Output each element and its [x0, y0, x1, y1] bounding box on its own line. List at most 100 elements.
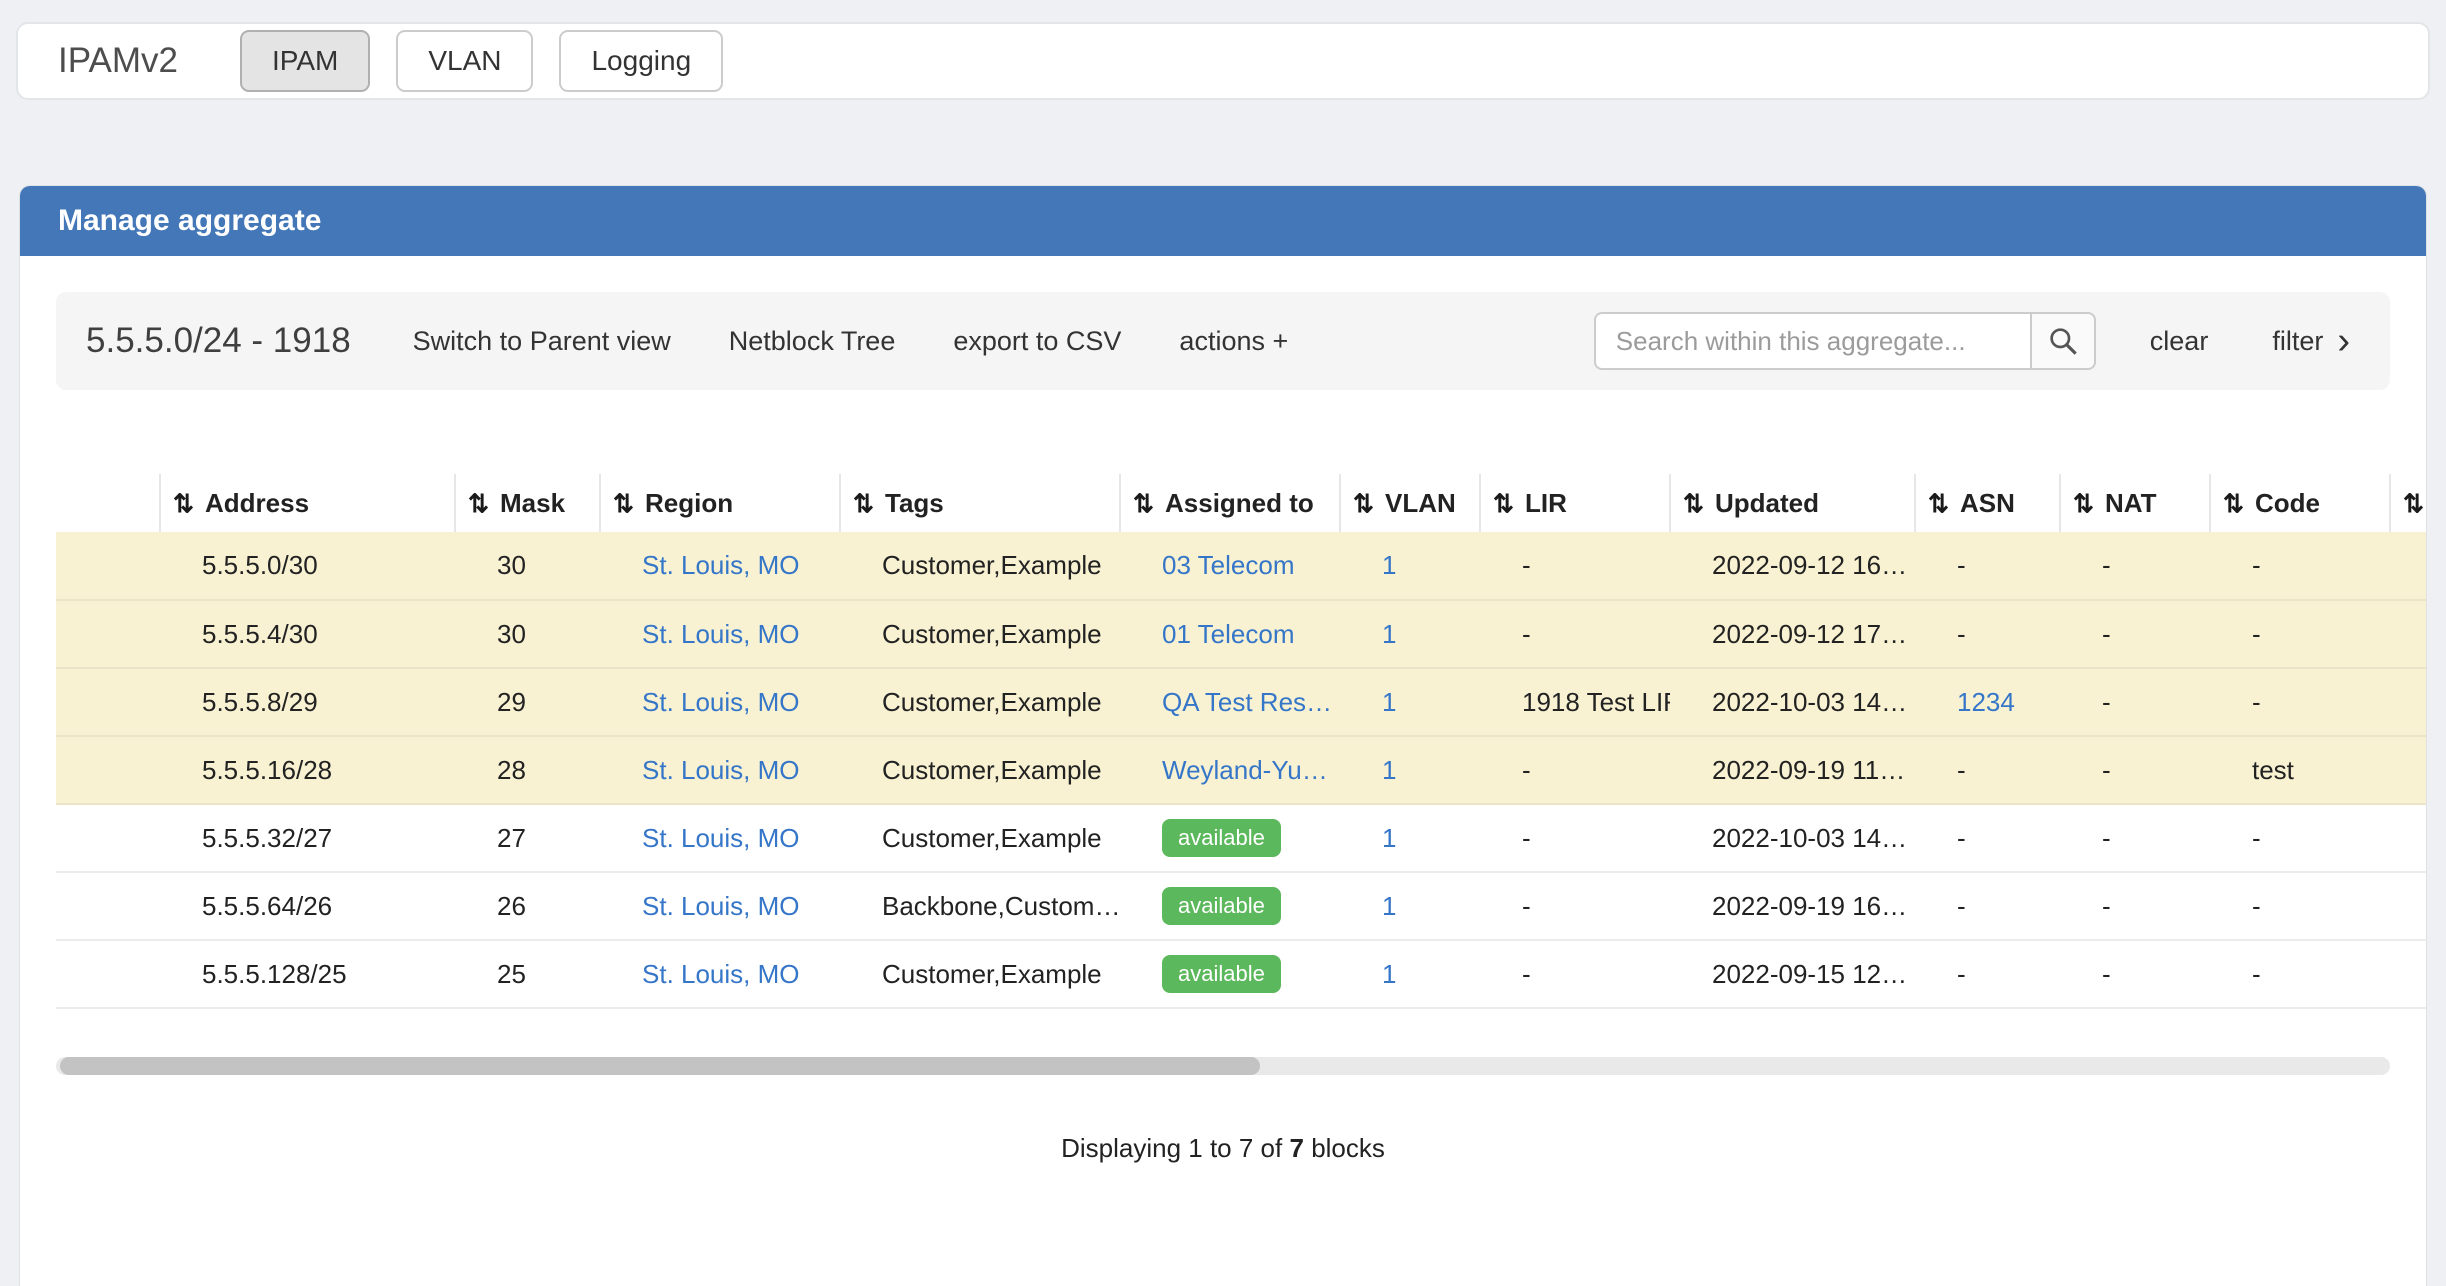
cell-vlan: 1 [1340, 804, 1480, 872]
vlan-link[interactable]: 1 [1382, 959, 1396, 989]
vlan-link[interactable]: 1 [1382, 550, 1396, 580]
cell-region: St. Louis, MO [600, 804, 840, 872]
cell-lir: - [1480, 600, 1670, 668]
region-link[interactable]: St. Louis, MO [642, 550, 800, 580]
region-link[interactable]: St. Louis, MO [642, 891, 800, 921]
cell-nat: - [2060, 804, 2210, 872]
table-row[interactable]: 5.5.5.16/2828St. Louis, MOCustomer,Examp… [56, 736, 2426, 804]
column-header-asn[interactable]: ⇅ASN [1915, 474, 2060, 532]
table-row[interactable]: 5.5.5.8/2929St. Louis, MOCustomer,Exampl… [56, 668, 2426, 736]
search-input[interactable] [1594, 312, 2032, 370]
cell-vlan: 1 [1340, 940, 1480, 1008]
vlan-link[interactable]: 1 [1382, 687, 1396, 717]
column-header-mask[interactable]: ⇅Mask [455, 474, 600, 532]
filter-link[interactable]: filter › [2272, 322, 2350, 360]
tab-logging[interactable]: Logging [559, 30, 723, 92]
cell-lir: - [1480, 532, 1670, 600]
cell-asn: 1234 [1915, 668, 2060, 736]
column-label: Assigned to [1165, 488, 1314, 518]
available-badge[interactable]: available [1162, 955, 1281, 993]
table-row[interactable]: 5.5.5.32/2727St. Louis, MOCustomer,Examp… [56, 804, 2426, 872]
cell-updated: 2022-09-15 12… [1670, 940, 1915, 1008]
column-header-address[interactable]: ⇅Address [160, 474, 455, 532]
assigned-to-link[interactable]: 03 Telecom [1162, 550, 1295, 580]
table-row[interactable]: 5.5.5.0/3030St. Louis, MOCustomer,Exampl… [56, 532, 2426, 600]
column-label: Region [645, 488, 733, 518]
cell-address: 5.5.5.8/29 [160, 668, 455, 736]
vlan-link[interactable]: 1 [1382, 619, 1396, 649]
assigned-to-link[interactable]: Weyland-Yu… [1162, 755, 1328, 785]
cell-region: St. Louis, MO [600, 600, 840, 668]
table-row[interactable]: 5.5.5.64/2626St. Louis, MOBackbone,Custo… [56, 872, 2426, 940]
cell-updated: 2022-09-12 16… [1670, 532, 1915, 600]
export-csv-link[interactable]: export to CSV [953, 326, 1121, 357]
cell-lir: - [1480, 940, 1670, 1008]
manage-aggregate-panel: Manage aggregate 5.5.5.0/24 - 1918 Switc… [20, 186, 2426, 1286]
region-link[interactable]: St. Louis, MO [642, 619, 800, 649]
cell-tags: Customer,Example [840, 736, 1120, 804]
column-header-code[interactable]: ⇅Code [2210, 474, 2390, 532]
asn-link[interactable]: 1234 [1957, 687, 2015, 717]
cell-partial [2390, 600, 2426, 668]
aggregate-label: 5.5.5.0/24 - 1918 [86, 321, 351, 361]
column-label: VLAN [1385, 488, 1456, 518]
sort-icon: ⇅ [1133, 489, 1165, 519]
cell-select [56, 872, 160, 940]
column-header-tags[interactable]: ⇅Tags [840, 474, 1120, 532]
sort-icon: ⇅ [2073, 489, 2105, 519]
region-link[interactable]: St. Louis, MO [642, 823, 800, 853]
horizontal-scrollbar-thumb[interactable] [60, 1057, 1260, 1075]
table-row[interactable]: 5.5.5.4/3030St. Louis, MOCustomer,Exampl… [56, 600, 2426, 668]
column-label: LIR [1525, 488, 1567, 518]
vlan-link[interactable]: 1 [1382, 755, 1396, 785]
sort-icon: ⇅ [173, 489, 205, 519]
cell-region: St. Louis, MO [600, 940, 840, 1008]
cell-address: 5.5.5.16/28 [160, 736, 455, 804]
region-link[interactable]: St. Louis, MO [642, 687, 800, 717]
cell-asn: - [1915, 736, 2060, 804]
column-header-partial[interactable]: ⇅ [2390, 474, 2426, 532]
column-header-region[interactable]: ⇅Region [600, 474, 840, 532]
region-link[interactable]: St. Louis, MO [642, 755, 800, 785]
table-row[interactable]: 5.5.5.128/2525St. Louis, MOCustomer,Exam… [56, 940, 2426, 1008]
tab-vlan[interactable]: VLAN [396, 30, 533, 92]
cell-select [56, 668, 160, 736]
cell-vlan: 1 [1340, 600, 1480, 668]
assigned-to-link[interactable]: QA Test Res… [1162, 687, 1332, 717]
top-nav: IPAMv2 IPAM VLAN Logging [16, 22, 2430, 100]
search-button[interactable] [2030, 312, 2096, 370]
netblock-tree-link[interactable]: Netblock Tree [729, 326, 896, 357]
column-header-nat[interactable]: ⇅NAT [2060, 474, 2210, 532]
sort-icon: ⇅ [613, 489, 645, 519]
actions-dropdown[interactable]: actions + [1179, 326, 1288, 357]
column-header-updated[interactable]: ⇅Updated [1670, 474, 1915, 532]
cell-asn: - [1915, 872, 2060, 940]
cell-tags: Backbone,Custom… [840, 872, 1120, 940]
column-label: Tags [885, 488, 944, 518]
cell-mask: 30 [455, 532, 600, 600]
column-header-assigned-to[interactable]: ⇅Assigned to [1120, 474, 1340, 532]
column-label: ASN [1960, 488, 2015, 518]
clear-link[interactable]: clear [2150, 326, 2209, 357]
vlan-link[interactable]: 1 [1382, 823, 1396, 853]
cell-code: test [2210, 736, 2390, 804]
tab-ipam[interactable]: IPAM [240, 30, 370, 92]
cell-asn: - [1915, 940, 2060, 1008]
cell-lir: - [1480, 872, 1670, 940]
assigned-to-link[interactable]: 01 Telecom [1162, 619, 1295, 649]
available-badge[interactable]: available [1162, 819, 1281, 857]
vlan-link[interactable]: 1 [1382, 891, 1396, 921]
column-label: Code [2255, 488, 2320, 518]
cell-mask: 30 [455, 600, 600, 668]
column-header-lir[interactable]: ⇅LIR [1480, 474, 1670, 532]
cell-partial [2390, 872, 2426, 940]
available-badge[interactable]: available [1162, 887, 1281, 925]
switch-parent-view-link[interactable]: Switch to Parent view [413, 326, 671, 357]
region-link[interactable]: St. Louis, MO [642, 959, 800, 989]
horizontal-scrollbar-track[interactable] [56, 1057, 2390, 1075]
cell-select [56, 532, 160, 600]
cell-address: 5.5.5.0/30 [160, 532, 455, 600]
cell-assigned: available [1120, 872, 1340, 940]
search-icon [2047, 325, 2079, 357]
column-header-vlan[interactable]: ⇅VLAN [1340, 474, 1480, 532]
